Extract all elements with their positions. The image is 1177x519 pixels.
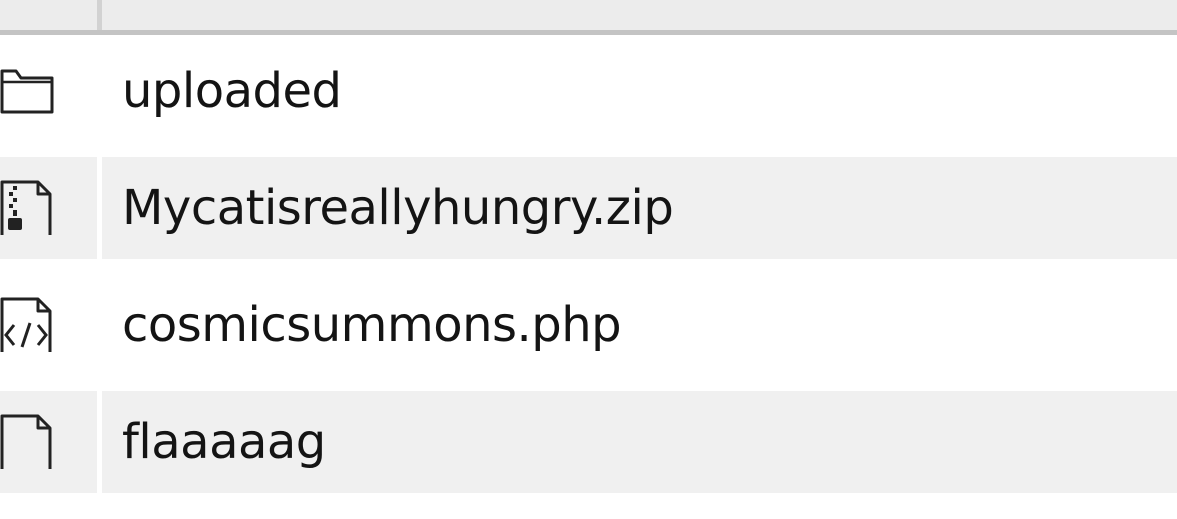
file-icon: [0, 414, 52, 469]
file-row-uploaded[interactable]: uploaded: [0, 40, 1177, 142]
file-name: flaaaaag: [122, 414, 326, 470]
file-row-zip[interactable]: Mycatisreallyhungry.zip: [0, 157, 1177, 259]
column-divider[interactable]: [97, 0, 102, 30]
column-header: [0, 0, 1177, 35]
file-row-php[interactable]: cosmicsummons.php: [0, 274, 1177, 376]
code-file-icon: [0, 297, 52, 352]
file-list: uploaded Mycatisreallyhungry.zip cosmics…: [0, 0, 1177, 519]
folder-icon: [0, 69, 54, 114]
file-name: cosmicsummons.php: [122, 297, 622, 353]
file-name: Mycatisreallyhungry.zip: [122, 180, 674, 236]
file-row-flag[interactable]: flaaaaag: [0, 391, 1177, 493]
zip-file-icon: [0, 180, 52, 235]
file-name: uploaded: [122, 63, 342, 119]
